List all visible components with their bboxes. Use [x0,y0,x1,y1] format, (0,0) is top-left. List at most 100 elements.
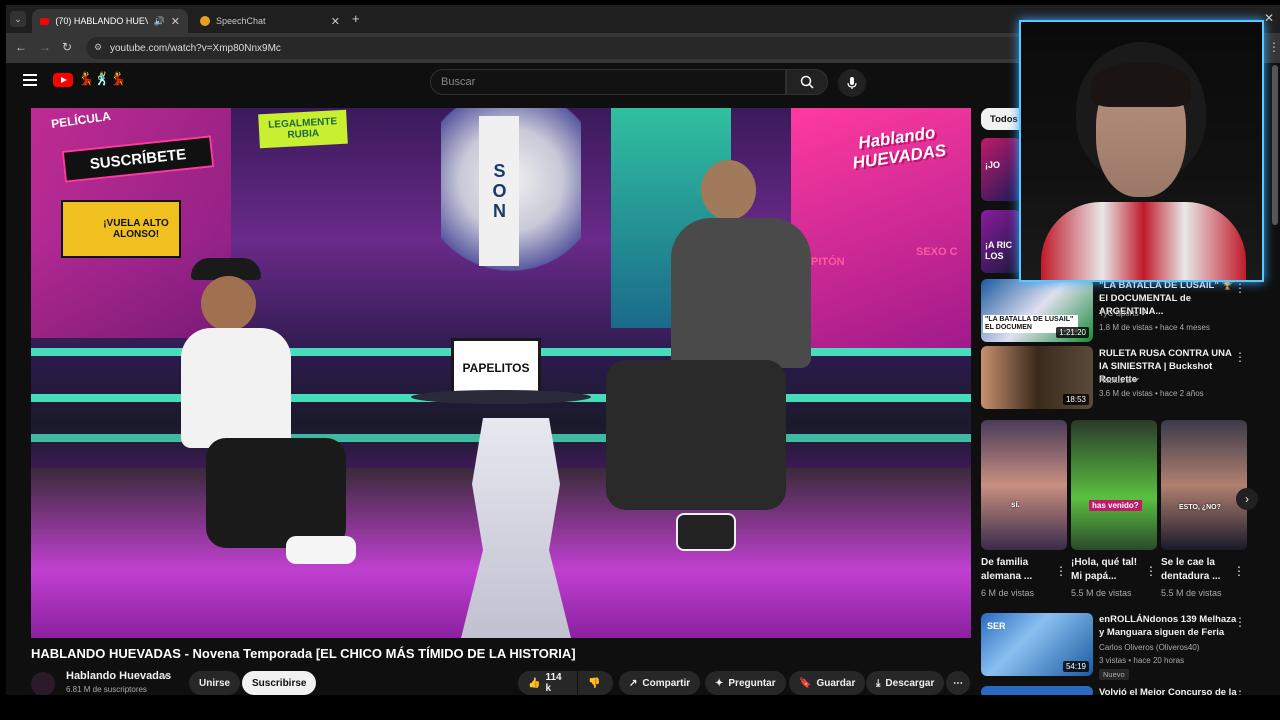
share-label: Compartir [642,677,691,689]
piton-sign: PITÓN [811,256,845,268]
related-video[interactable]: Volvió el Mejor Concurso de la ⋮ [981,686,1256,695]
site-info-icon[interactable]: ⚙ [94,42,102,53]
video-thumbnail: "LA BATALLA DE LUSAIL" EL DOCUMEN 1:21:2… [981,279,1093,342]
related-video[interactable]: 18:53 RULETA RUSA CONTRA UNA IA SINIESTR… [981,346,1256,411]
close-tab-icon[interactable]: ✕ [331,15,340,28]
hamburger-menu-icon[interactable] [23,74,37,86]
tab-speechchat[interactable]: SpeechChat ✕ [192,9,348,33]
more-vertical-icon[interactable]: ⋮ [1234,350,1246,364]
short-item[interactable]: ESTO, ¿NO? Se le cae la dentadura ... 5.… [1161,420,1247,598]
video-thumbnail: 18:53 [981,346,1093,409]
more-vertical-icon[interactable]: ⋮ [1055,564,1067,578]
thumbnail-text: LOS [985,251,1004,261]
like-count: 114 k [545,672,562,694]
tab-search-button[interactable]: ⌄ [10,11,26,27]
sparkle-icon: ✦ [715,677,724,689]
thumbs-up-icon: 👍 [528,677,541,689]
doodle-dancers-icon[interactable]: 💃🕺💃 [78,71,127,87]
page-scrollbar[interactable] [1272,65,1278,225]
subscriber-count: 6.81 M de suscriptores [66,685,147,694]
thumbnail-text: SER [987,621,1006,631]
download-button[interactable]: ⤓ Descargar [866,671,945,695]
back-icon[interactable]: ← [15,40,27,54]
forward-icon[interactable]: → [39,40,51,54]
speaker-icon[interactable]: 🔊 [154,16,165,27]
thumbnail-text: ¡JO [985,160,1001,170]
more-actions-button[interactable]: ⋯ [946,671,970,695]
video-title: enROLLÁNdonos 139 Melhaza y Manguara sig… [1099,614,1237,638]
short-item[interactable]: has venido? ¡Hola, qué tal! Mi papá... 5… [1071,420,1157,598]
channel-name[interactable]: Hablando Huevadas [66,670,171,682]
browser-menu-icon[interactable]: ⋮ [1268,40,1280,54]
papelitos-box: PAPELITOS [451,338,541,398]
host-right-shirt [671,218,811,368]
video-meta: 3.6 M de vistas • hace 2 años [1099,389,1204,398]
ask-button[interactable]: ✦ Preguntar [705,671,786,695]
channel-avatar[interactable] [31,672,55,695]
short-views: 5.5 M de vistas [1071,588,1132,598]
search-input[interactable]: Buscar [430,69,786,95]
table-top [411,390,591,404]
more-vertical-icon[interactable]: ⋮ [1233,564,1245,578]
webcam-overlay [1019,20,1264,282]
tab-youtube[interactable]: (70) HABLANDO HUEVADA 🔊 ✕ [32,9,188,33]
more-vertical-icon[interactable]: ⋮ [1234,615,1246,629]
more-vertical-icon[interactable]: ⋮ [1234,281,1246,295]
tab-label: SpeechChat [216,16,266,26]
related-video[interactable]: "LA BATALLA DE LUSAIL" EL DOCUMEN 1:21:2… [981,279,1256,344]
dislike-button[interactable]: 👎 [578,671,613,695]
share-icon: ↗ [629,677,638,689]
reload-icon[interactable]: ↻ [62,40,72,54]
video-player[interactable]: SUSCRÍBETE PELÍCULA ¡VUELA ALTO ALONSO! … [31,108,971,638]
more-vertical-icon[interactable]: ⋮ [1234,688,1246,695]
search-button[interactable] [786,69,828,95]
short-thumbnail: sí. [981,420,1067,550]
short-caption: ESTO, ¿NO? [1179,504,1221,511]
duration-badge: 18:53 [1062,394,1089,405]
video-meta: 1.8 M de vistas • hace 4 meses [1099,323,1210,332]
share-button[interactable]: ↗ Compartir [619,671,701,695]
short-title: Se le cae la dentadura ... [1161,557,1221,582]
new-tab-button[interactable]: + [352,11,360,26]
voice-search-button[interactable] [838,69,866,97]
more-horizontal-icon: ⋯ [953,677,963,689]
more-vertical-icon[interactable]: ⋮ [1145,564,1157,578]
video-thumbnail [981,686,1093,695]
verified-icon: ✔ [162,671,170,681]
related-video[interactable]: SER 54:19 enROLLÁNdonos 139 Melhaza y Ma… [981,613,1256,680]
host-right-pants [606,360,786,510]
channel-name-text: Rubius Z [1099,376,1132,385]
son-sign: SON [479,116,519,266]
channel-row: Hablando Huevadas ✔ 6.81 M de suscriptor… [31,669,971,695]
tab-label: (70) HABLANDO HUEVADA [55,16,147,26]
video-thumbnail[interactable]: ¡JO [981,138,1021,201]
microphone-icon [847,77,857,89]
short-item[interactable]: sí. De familia alemana ... 6 M de vistas… [981,420,1067,598]
channel-name: Carlos Oliveros (Oliveros40) [1099,643,1200,652]
window-close-icon[interactable]: ✕ [1264,11,1274,25]
video-thumbnail: SER 54:19 [981,613,1093,676]
new-badge: Nuevo [1099,669,1129,680]
youtube-logo-icon[interactable] [53,73,73,87]
speechchat-favicon-icon [200,16,210,26]
vuela-alto-sign: ¡VUELA ALTO ALONSO! [61,200,181,258]
join-button[interactable]: Unirse [189,671,241,695]
subscribe-button[interactable]: Suscribirse [242,671,317,695]
like-button[interactable]: 👍 114 k [518,671,577,695]
channel-name: TyC Sports ✔ [1099,309,1148,318]
verified-icon: ✔ [1133,376,1140,385]
short-caption: has venido? [1089,500,1142,511]
join-label: Unirse [199,677,231,689]
host-right-shoe [676,513,736,551]
legalmente-rubia-sign: LEGALMENTE RUBIA [258,109,348,149]
address-bar[interactable]: ⚙ youtube.com/watch?v=Xmp80Nnx9Mc [86,37,1026,59]
host-left-pants [206,438,346,548]
save-button[interactable]: 🔖 Guardar [789,671,866,695]
thumbnail-text: ¡A RIC [985,240,1013,250]
video-thumbnail[interactable]: ¡A RIC LOS [981,210,1021,273]
host-left-head [201,276,256,331]
close-tab-icon[interactable]: ✕ [171,15,180,28]
shorts-next-chevron-icon[interactable]: › [1236,488,1258,510]
short-thumbnail: has venido? [1071,420,1157,550]
short-caption: sí. [1011,500,1020,509]
